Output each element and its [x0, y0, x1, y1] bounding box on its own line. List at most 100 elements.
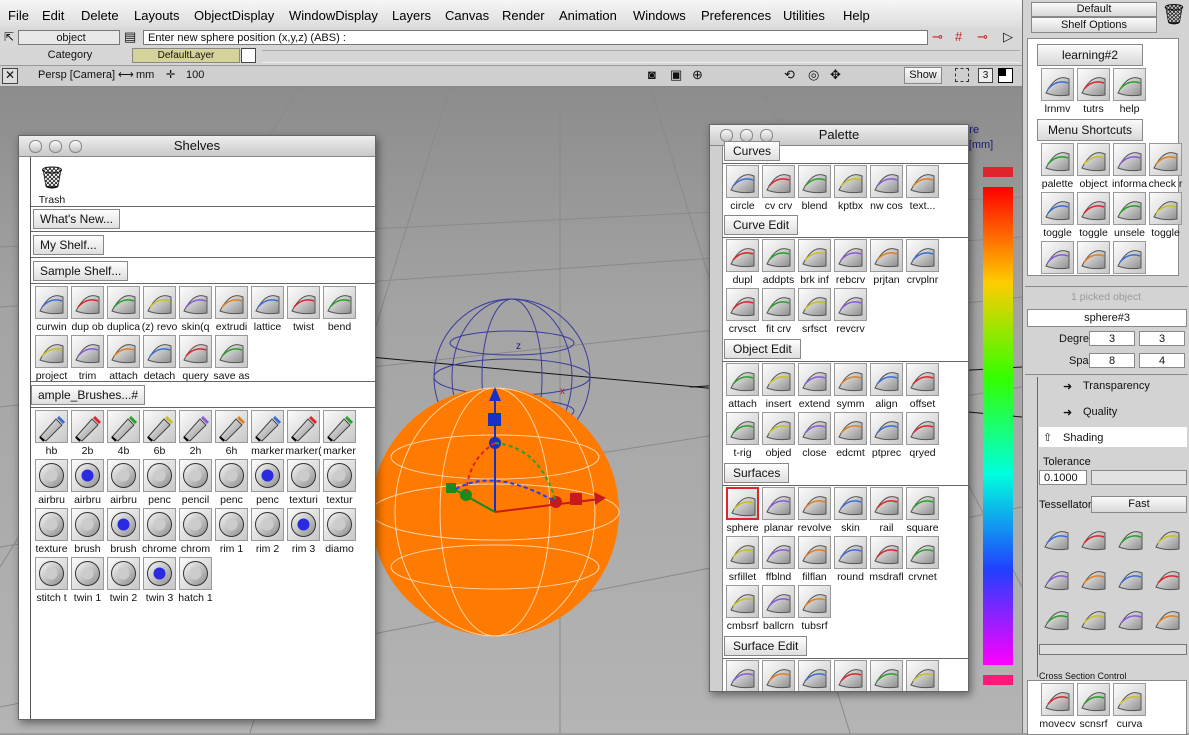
2b-1-tool[interactable]: 2b [69, 410, 106, 459]
menu-windowdisplay[interactable]: WindowDisplay [289, 8, 378, 23]
save-as-14-tool[interactable]: save as [213, 335, 250, 384]
rail-4-tool[interactable]: rail [868, 487, 905, 536]
blank-2-tool[interactable] [796, 660, 833, 691]
menu-windows[interactable]: Windows [633, 8, 686, 23]
curva-2-tool[interactable]: curva [1111, 683, 1148, 732]
ptprec-10-tool[interactable]: ptprec [868, 412, 905, 461]
chrome-21-tool[interactable]: chrome [141, 508, 178, 557]
menu-render[interactable]: Render [502, 8, 545, 23]
close-icon[interactable] [29, 140, 42, 153]
offset-5-tool[interactable]: offset [904, 363, 941, 412]
msdrafl-10-tool[interactable]: msdrafl [868, 536, 905, 585]
shading-mode-icon[interactable] [1078, 563, 1108, 593]
6b-3-tool[interactable]: 6b [141, 410, 178, 459]
zoom-window-icon[interactable] [69, 140, 82, 153]
blank-3-tool[interactable] [832, 660, 869, 691]
layer-visibility-box[interactable] [241, 48, 256, 63]
unsele-6-tool[interactable]: unsele [1111, 192, 1148, 241]
fit-crv-7-tool[interactable]: fit crv [760, 288, 797, 337]
tolerance-field[interactable]: 0.1000 [1039, 470, 1087, 485]
filflan-8-tool[interactable]: filflan [796, 536, 833, 585]
shading-mode-icon[interactable] [1152, 603, 1182, 633]
addpts-1-tool[interactable]: addpts [760, 239, 797, 288]
close-8-tool[interactable]: close [796, 412, 833, 461]
tessellator-dropdown[interactable]: Fast [1091, 496, 1187, 513]
hb-0-tool[interactable]: hb [33, 410, 70, 459]
query-13-tool[interactable]: query [177, 335, 214, 384]
planar-1-tool[interactable]: planar [760, 487, 797, 536]
palette-section-surfaces[interactable]: Surfaces [724, 463, 790, 483]
quality-section[interactable]: Quality [1083, 406, 1117, 418]
shading-mode-icon[interactable] [1041, 523, 1071, 553]
rim-3-25-tool[interactable]: rim 3 [285, 508, 322, 557]
view-look-icon[interactable]: ◎ [808, 67, 819, 83]
skin-3-tool[interactable]: skin [832, 487, 869, 536]
penc-15-tool[interactable]: penc [249, 459, 286, 508]
blank-1-tool[interactable] [760, 660, 797, 691]
expand-arrow-icon[interactable]: ➜ [1063, 406, 1072, 419]
t-rig-6-tool[interactable]: t-rig [724, 412, 761, 461]
4b-2-tool[interactable]: 4b [105, 410, 142, 459]
menu-file[interactable]: File [8, 8, 29, 23]
pencil-13-tool[interactable]: pencil [177, 459, 214, 508]
cmbsrf-12-tool[interactable]: cmbsrf [724, 585, 761, 634]
srfillet-6-tool[interactable]: srfillet [724, 536, 761, 585]
twin-2-29-tool[interactable]: twin 2 [105, 557, 142, 606]
revcrv-9-tool[interactable]: revcrv [832, 288, 869, 337]
prompt-input[interactable]: Enter new sphere position (x,y,z) (ABS) … [143, 30, 928, 45]
shelf-options-button[interactable]: Shelf Options [1031, 17, 1157, 33]
whats-new-shelf[interactable]: What's New... [33, 209, 120, 229]
airbru-11-tool[interactable]: airbru [105, 459, 142, 508]
stitch-t-27-tool[interactable]: stitch t [33, 557, 70, 606]
blank-9-tool[interactable] [1075, 241, 1112, 290]
palette-section-surface-edit[interactable]: Surface Edit [724, 636, 808, 656]
menu-delete[interactable]: Delete [81, 8, 119, 23]
trim-10-tool[interactable]: trim [69, 335, 106, 384]
close-view-icon[interactable]: ✕ [2, 68, 18, 84]
bend-8-tool[interactable]: bend [321, 286, 358, 335]
kptbx-3-tool[interactable]: kptbx [832, 165, 869, 214]
brush-19-tool[interactable]: brush [69, 508, 106, 557]
shading-mode-icon[interactable] [1041, 563, 1071, 593]
pane-number[interactable]: 3 [978, 68, 993, 83]
edcmt-9-tool[interactable]: edcmt [832, 412, 869, 461]
brk-inf-2-tool[interactable]: brk inf [796, 239, 833, 288]
6h-5-tool[interactable]: 6h [213, 410, 250, 459]
toggle-5-tool[interactable]: toggle [1075, 192, 1112, 241]
spans-v-field[interactable]: 4 [1139, 353, 1185, 368]
brush-20-tool[interactable]: brush [105, 508, 142, 557]
z-revo-3-tool[interactable]: (z) revo [141, 286, 178, 335]
twin-3-30-tool[interactable]: twin 3 [141, 557, 178, 606]
menu-utilities[interactable]: Utilities [783, 8, 825, 23]
extrudi-5-tool[interactable]: extrudi [213, 286, 250, 335]
rim-2-24-tool[interactable]: rim 2 [249, 508, 286, 557]
texturi-16-tool[interactable]: texturi [285, 459, 322, 508]
object-1-tool[interactable]: object [1075, 143, 1112, 192]
palette-scrollbar[interactable] [710, 146, 723, 691]
spans-u-field[interactable]: 8 [1089, 353, 1135, 368]
penc-14-tool[interactable]: penc [213, 459, 250, 508]
transparency-section[interactable]: Transparency [1083, 380, 1150, 392]
shading-mode-icon[interactable] [1115, 603, 1145, 633]
pick-mode-field[interactable]: object [18, 30, 120, 45]
lattice-6-tool[interactable]: lattice [249, 286, 286, 335]
insert-1-tool[interactable]: insert [760, 363, 797, 412]
tubsrf-14-tool[interactable]: tubsrf [796, 585, 833, 634]
degree-v-field[interactable]: 3 [1139, 331, 1185, 346]
menu-objectdisplay[interactable]: ObjectDisplay [194, 8, 274, 23]
twin-1-28-tool[interactable]: twin 1 [69, 557, 106, 606]
zoom-icon[interactable]: ⊕ [692, 67, 703, 83]
airbru-10-tool[interactable]: airbru [69, 459, 106, 508]
shading-mode-icon[interactable] [1152, 563, 1182, 593]
help-2-tool[interactable]: help [1111, 68, 1148, 117]
marker-6-tool[interactable]: marker [249, 410, 286, 459]
tolerance-slider[interactable] [1091, 470, 1187, 485]
view-move-icon[interactable]: ✥ [830, 67, 841, 83]
my-shelf[interactable]: My Shelf... [33, 235, 104, 255]
informa-2-tool[interactable]: informa [1111, 143, 1148, 192]
shading-mode-icon[interactable] [1115, 563, 1145, 593]
blank-8-tool[interactable] [1039, 241, 1076, 290]
shading-section[interactable]: Shading [1063, 432, 1103, 444]
shading-mode-icon[interactable] [1115, 523, 1145, 553]
collapse-arrow-icon[interactable]: ⇧ [1043, 431, 1052, 444]
